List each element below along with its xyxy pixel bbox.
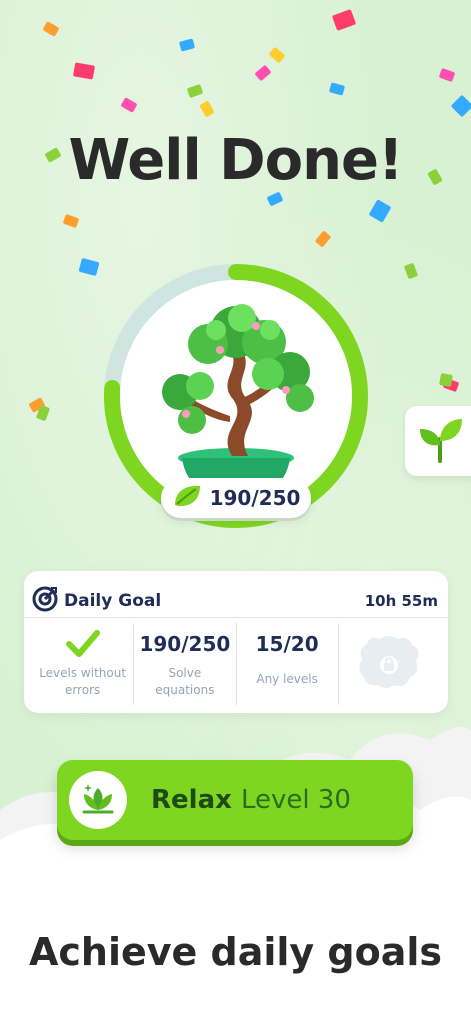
- daily-goal-time-left: 10h 55m: [364, 592, 438, 610]
- daily-goal-header: Daily Goal 10h 55m: [32, 581, 438, 621]
- relax-level-label: Relax Level 30: [151, 785, 351, 815]
- cta-level: Level 30: [240, 785, 351, 815]
- sprout-icon: [414, 413, 466, 469]
- checkmark-icon: [65, 629, 100, 659]
- leaf-icon: [172, 483, 202, 513]
- relax-level-button[interactable]: Relax Level 30: [57, 760, 413, 840]
- cta-mode: Relax: [151, 785, 232, 815]
- headline: Well Done!: [68, 128, 404, 193]
- goal-value: 15/20: [255, 632, 319, 656]
- tree-progress-value: 190/250: [209, 486, 301, 510]
- promo-caption: Achieve daily goals: [28, 930, 443, 974]
- target-icon: [32, 586, 58, 616]
- daily-goal-title: Daily Goal: [64, 591, 162, 611]
- goal-value: 190/250: [139, 632, 231, 656]
- tree-progress-counter: 190/250: [161, 478, 311, 518]
- garden-tab-button[interactable]: [405, 406, 471, 476]
- lotus-icon: [69, 771, 127, 829]
- divider: [24, 617, 448, 618]
